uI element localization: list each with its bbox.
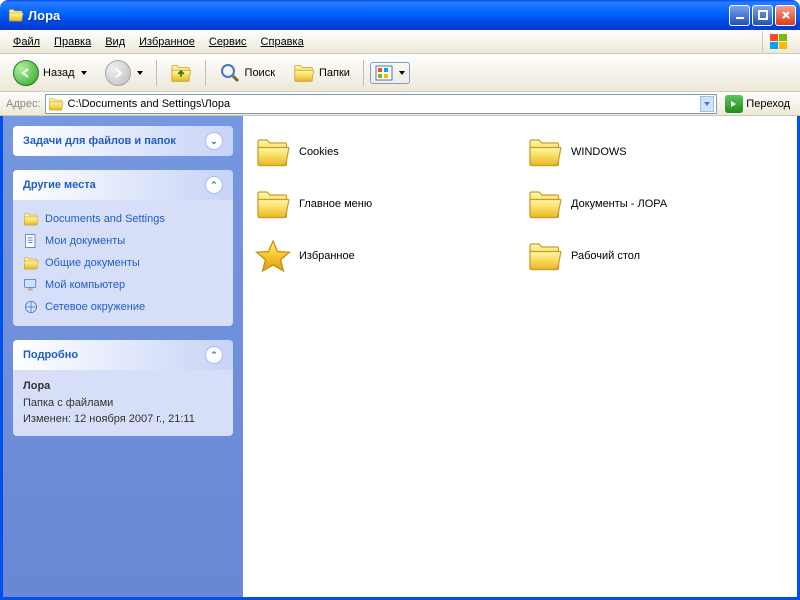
search-button[interactable]: Поиск bbox=[212, 59, 282, 87]
folder-icon bbox=[8, 7, 24, 23]
file-item[interactable]: Избранное bbox=[253, 236, 515, 276]
places-item[interactable]: Мой компьютер bbox=[23, 274, 223, 296]
chevron-down-icon bbox=[137, 71, 143, 75]
up-button[interactable] bbox=[163, 59, 199, 87]
windows-flag-icon bbox=[762, 31, 794, 53]
folders-icon bbox=[293, 62, 315, 84]
menu-service[interactable]: Сервис bbox=[202, 34, 254, 50]
places-item[interactable]: Сетевое окружение bbox=[23, 296, 223, 318]
views-button[interactable] bbox=[370, 62, 410, 84]
file-label: Главное меню bbox=[299, 198, 372, 210]
file-item[interactable]: Главное меню bbox=[253, 184, 515, 224]
chevron-down-icon[interactable] bbox=[700, 96, 714, 112]
go-label: Переход bbox=[746, 98, 790, 110]
file-label: Избранное bbox=[299, 250, 355, 262]
menu-file[interactable]: Файл bbox=[6, 34, 47, 50]
places-panel-header[interactable]: Другие места ⌃ bbox=[13, 170, 233, 200]
places-item-label: Сетевое окружение bbox=[45, 301, 145, 313]
details-panel: Подробно ⌃ Лора Папка с файлами Изменен:… bbox=[13, 340, 233, 436]
collapse-icon: ⌃ bbox=[205, 346, 223, 364]
file-item[interactable]: WINDOWS bbox=[525, 132, 787, 172]
file-item[interactable]: Рабочий стол bbox=[525, 236, 787, 276]
tasks-panel-title: Задачи для файлов и папок bbox=[23, 135, 176, 147]
tasks-panel-header[interactable]: Задачи для файлов и папок ⌄ bbox=[13, 126, 233, 156]
details-panel-header[interactable]: Подробно ⌃ bbox=[13, 340, 233, 370]
close-button[interactable] bbox=[775, 5, 796, 26]
file-label: Документы - ЛОРА bbox=[571, 198, 667, 210]
folders-button[interactable]: Папки bbox=[286, 59, 357, 87]
minimize-button[interactable] bbox=[729, 5, 750, 26]
maximize-button[interactable] bbox=[752, 5, 773, 26]
file-label: Cookies bbox=[299, 146, 339, 158]
chevron-down-icon bbox=[399, 71, 405, 75]
folder-up-icon bbox=[170, 62, 192, 84]
address-bar: Адрес: C:\Documents and Settings\Лора Пе… bbox=[0, 92, 800, 116]
places-item[interactable]: Общие документы bbox=[23, 252, 223, 274]
window-title: Лора bbox=[28, 8, 729, 23]
menubar: Файл Правка Вид Избранное Сервис Справка bbox=[0, 30, 800, 54]
expand-icon: ⌄ bbox=[205, 132, 223, 150]
file-label: WINDOWS bbox=[571, 146, 627, 158]
toolbar: Назад Поиск Папки bbox=[0, 54, 800, 92]
tasks-panel: Задачи для файлов и папок ⌄ bbox=[13, 126, 233, 156]
search-label: Поиск bbox=[245, 67, 275, 79]
places-item-label: Общие документы bbox=[45, 257, 140, 269]
address-input[interactable]: C:\Documents and Settings\Лора bbox=[45, 94, 718, 114]
collapse-icon: ⌃ bbox=[205, 176, 223, 194]
views-icon bbox=[375, 65, 393, 81]
back-button[interactable]: Назад bbox=[6, 57, 94, 89]
file-area: Cookies WINDOWS Главное меню Документы - ЛО… bbox=[243, 116, 797, 597]
details-name: Лора bbox=[23, 378, 223, 395]
places-item[interactable]: Documents and Settings bbox=[23, 208, 223, 230]
places-item-label: Мои документы bbox=[45, 235, 125, 247]
go-arrow-icon bbox=[725, 95, 743, 113]
go-button[interactable]: Переход bbox=[721, 94, 794, 114]
menu-view[interactable]: Вид bbox=[98, 34, 132, 50]
places-item-label: Documents and Settings bbox=[45, 213, 165, 225]
file-item[interactable]: Cookies bbox=[253, 132, 515, 172]
file-label: Рабочий стол bbox=[571, 250, 640, 262]
back-label: Назад bbox=[43, 67, 75, 79]
menu-edit[interactable]: Правка bbox=[47, 34, 98, 50]
address-path: C:\Documents and Settings\Лора bbox=[68, 98, 697, 110]
folder-icon bbox=[48, 96, 64, 112]
details-modified: Изменен: 12 ноября 2007 г., 21:11 bbox=[23, 411, 223, 428]
folders-label: Папки bbox=[319, 67, 350, 79]
places-item-label: Мой компьютер bbox=[45, 279, 125, 291]
details-panel-title: Подробно bbox=[23, 349, 78, 361]
details-type: Папка с файлами bbox=[23, 395, 223, 412]
address-label: Адрес: bbox=[6, 98, 41, 110]
menu-favorites[interactable]: Избранное bbox=[132, 34, 202, 50]
search-icon bbox=[219, 62, 241, 84]
chevron-down-icon bbox=[81, 71, 87, 75]
titlebar: Лора bbox=[0, 0, 800, 30]
places-item[interactable]: Мои документы bbox=[23, 230, 223, 252]
file-item[interactable]: Документы - ЛОРА bbox=[525, 184, 787, 224]
places-panel-title: Другие места bbox=[23, 179, 96, 191]
places-panel: Другие места ⌃ Documents and Settings Мои… bbox=[13, 170, 233, 326]
forward-button[interactable] bbox=[98, 57, 150, 89]
sidebar: Задачи для файлов и папок ⌄ Другие места… bbox=[3, 116, 243, 597]
menu-help[interactable]: Справка bbox=[254, 34, 311, 50]
